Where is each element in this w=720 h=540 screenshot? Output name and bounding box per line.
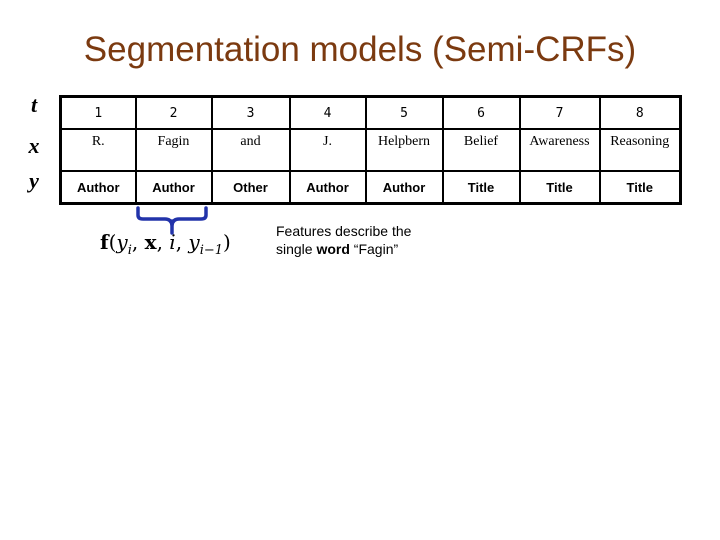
row-label-t: t <box>30 92 38 117</box>
position-cell: 3 <box>210 95 291 130</box>
caption-line-2: single word “Fagin” <box>276 240 411 258</box>
formula-comma: , <box>156 230 170 254</box>
label-cell: Author <box>134 170 213 205</box>
word-cell: and <box>210 128 291 172</box>
feature-function-formula: f(yi, x, i, yi−1) <box>100 230 231 258</box>
formula-sub-i-minus-1: i−1 <box>199 243 224 258</box>
feature-caption: Features describe the single word “Fagin… <box>276 222 411 258</box>
label-cell: Author <box>288 170 367 205</box>
caption-line-1: Features describe the <box>276 223 412 239</box>
label-cell: Author <box>59 170 137 205</box>
label-cell: Other <box>210 170 291 205</box>
row-label-x: x <box>28 133 40 158</box>
slide-title: Segmentation models (Semi-CRFs) <box>83 30 637 69</box>
position-cell: 8 <box>598 95 682 130</box>
word-cell: Helpbern <box>364 128 444 172</box>
caption-bold-word: word <box>316 241 350 257</box>
position-cell: 1 <box>59 95 137 130</box>
word-cell: Awareness <box>518 128 601 172</box>
word-cell: Belief <box>441 128 521 172</box>
position-row: 1 2 3 4 5 6 7 8 <box>59 95 682 130</box>
word-cell: R. <box>59 128 137 172</box>
label-cell: Title <box>598 170 682 205</box>
position-cell: 4 <box>288 95 367 130</box>
formula-comma: , <box>175 230 189 254</box>
formula-y-prev: y <box>188 230 200 254</box>
word-cell: Fagin <box>134 128 213 172</box>
formula-f: f <box>100 230 109 254</box>
position-cell: 7 <box>518 95 601 130</box>
position-cell: 2 <box>134 95 213 130</box>
position-cell: 6 <box>441 95 521 130</box>
formula-y: y <box>116 230 128 254</box>
word-row: R. Fagin and J. Helpbern Belief Awarenes… <box>59 128 682 172</box>
label-row: Author Author Other Author Author Title … <box>59 170 682 205</box>
formula-close-paren: ) <box>223 230 231 254</box>
formula-comma: , <box>131 230 145 254</box>
word-cell: J. <box>288 128 367 172</box>
formula-x: x <box>144 230 157 254</box>
caption-text: “Fagin” <box>349 241 399 257</box>
label-cell: Title <box>441 170 521 205</box>
sequence-table: 1 2 3 4 5 6 7 8 R. Fagin and J. Helpbern… <box>59 95 682 205</box>
label-cell: Author <box>364 170 444 205</box>
row-label-y: y <box>29 168 39 193</box>
position-cell: 5 <box>364 95 444 130</box>
word-cell: Reasoning <box>598 128 682 172</box>
caption-text: single <box>276 241 317 257</box>
label-cell: Title <box>518 170 601 205</box>
